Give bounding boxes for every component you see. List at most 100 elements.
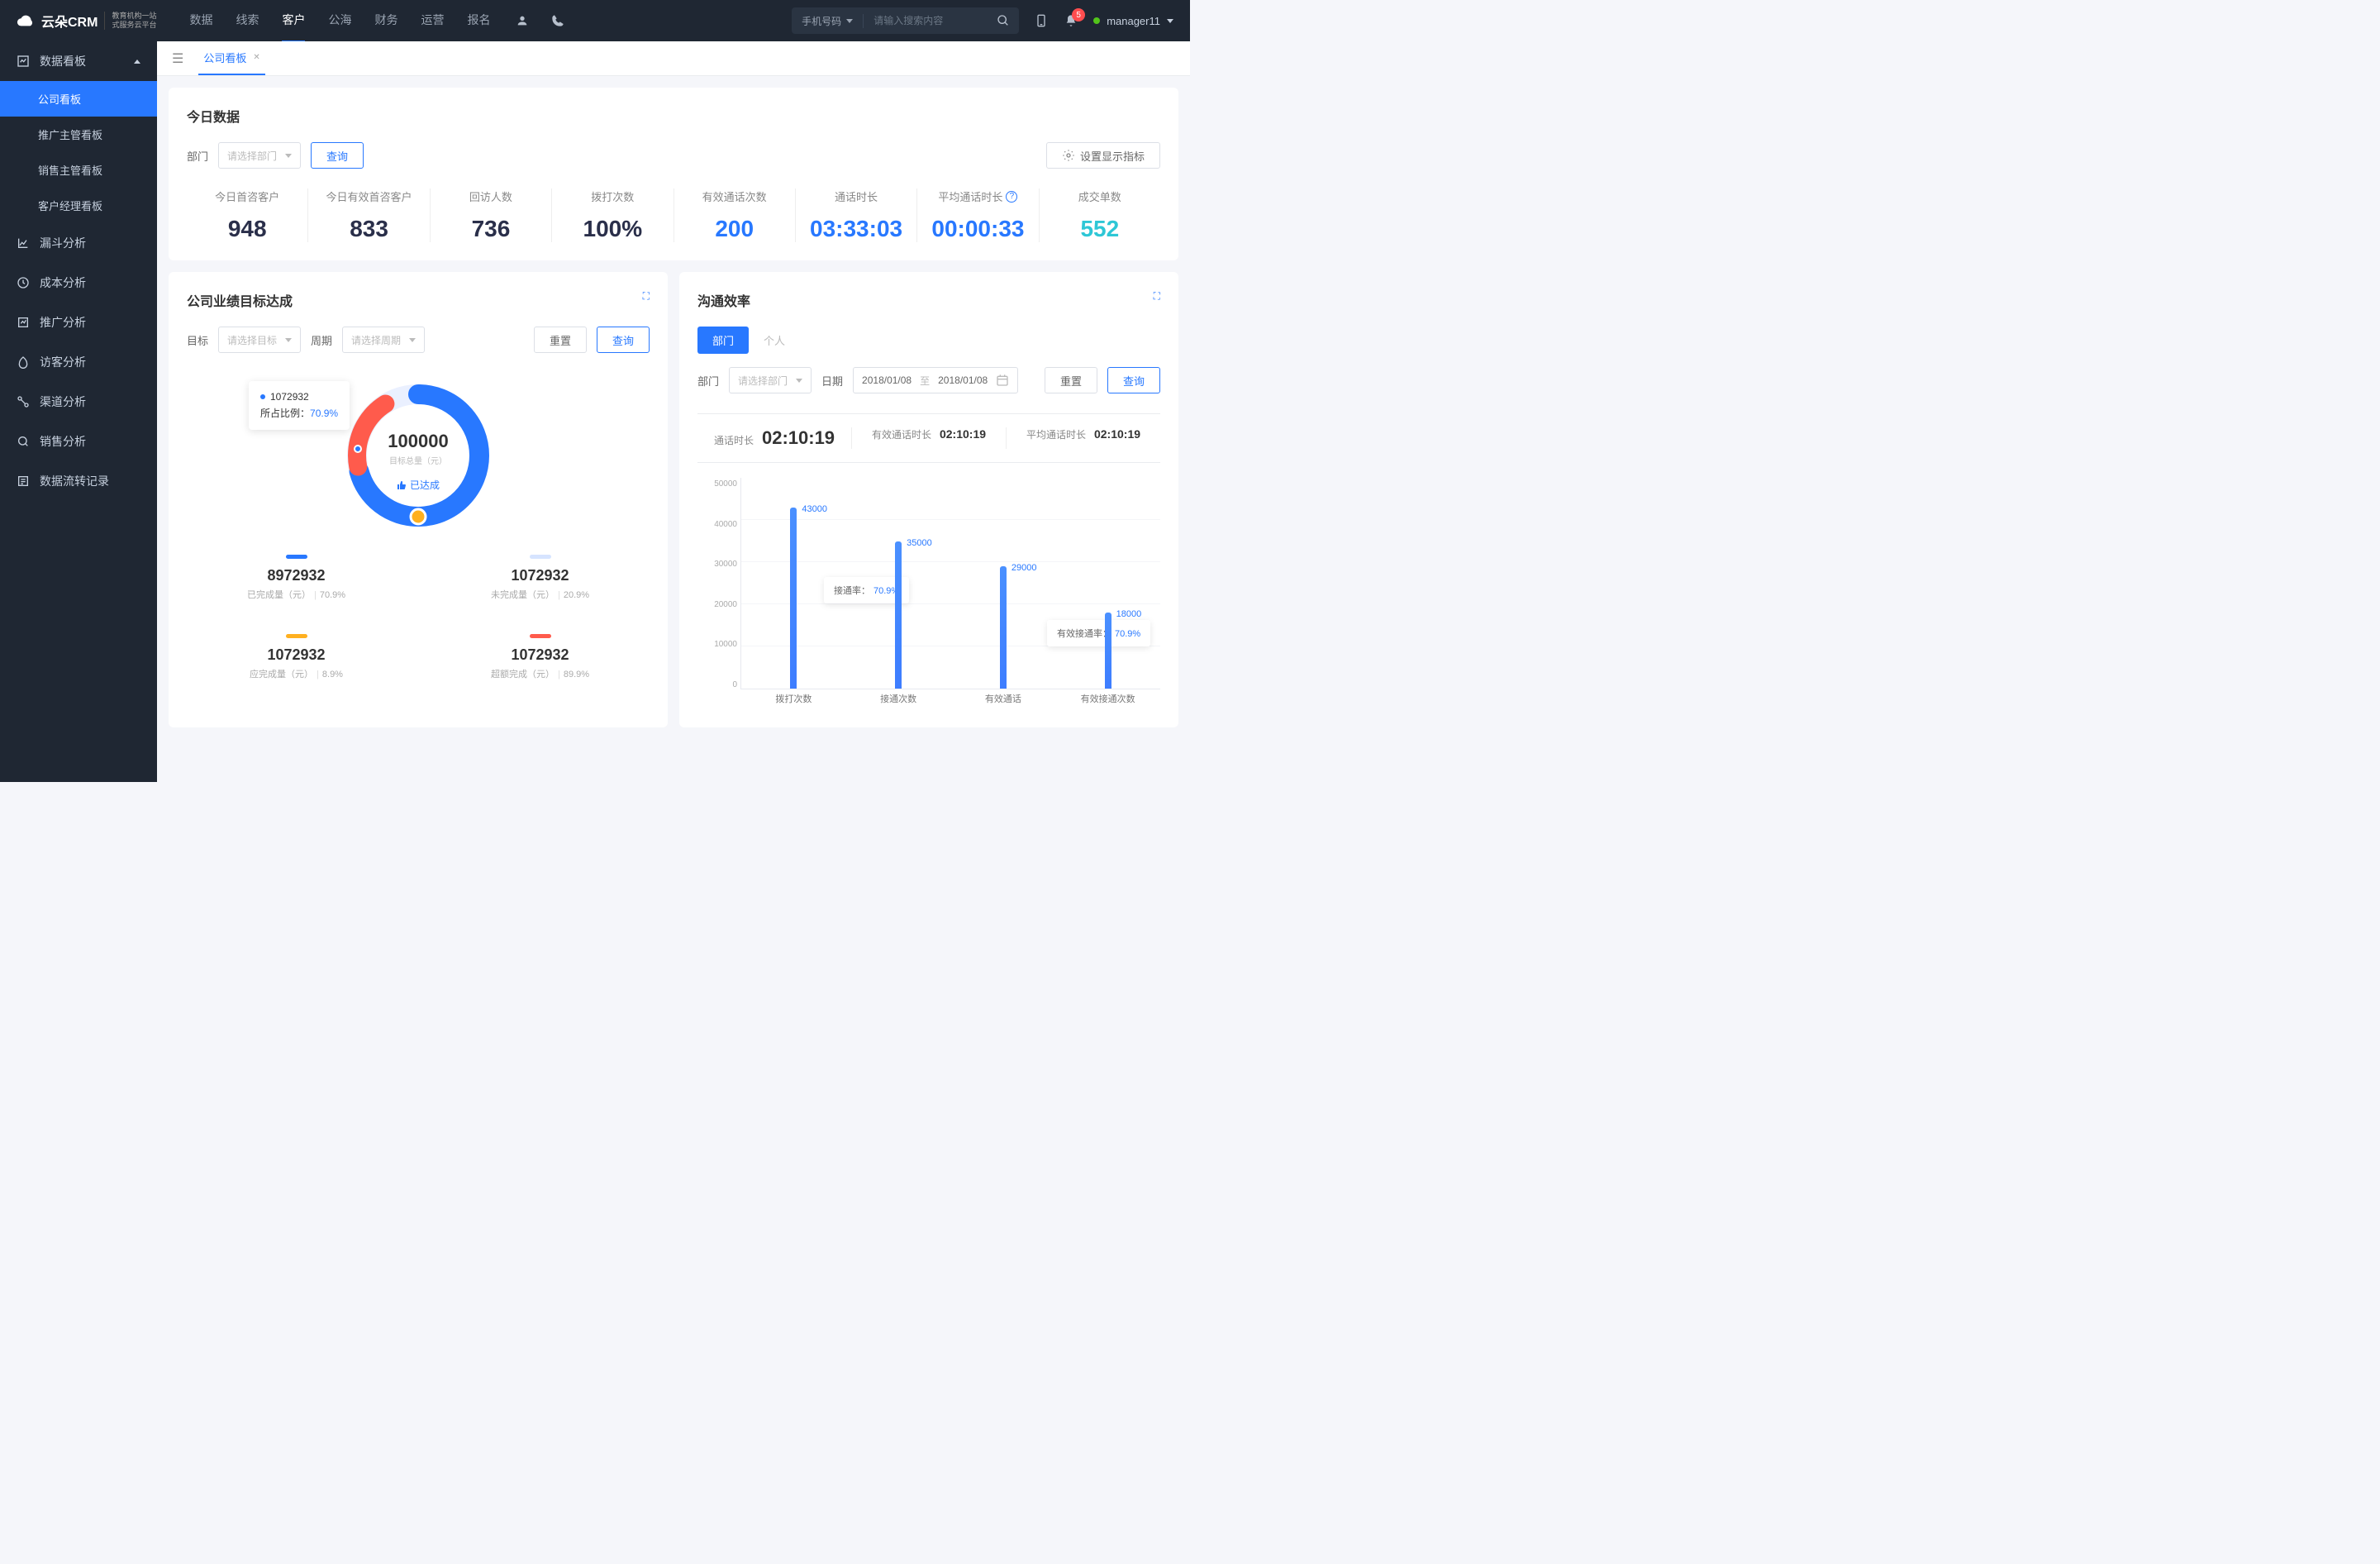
sidebar-item-1[interactable]: 成本分析 (0, 263, 157, 303)
logo-text: 云朵CRM (41, 11, 98, 31)
stat-5: 通话时长03:33:03 (796, 188, 917, 242)
today-title: 今日数据 (187, 106, 1160, 126)
eff-stat-0: 通话时长02:10:19 (697, 427, 852, 449)
bar-0: 43000拨打次数 (773, 478, 814, 689)
mobile-icon[interactable] (1034, 13, 1049, 28)
topbar: 云朵CRM 教育机构一站式服务云平台 数据线索客户公海财务运营报名 手机号码 5 (0, 0, 1190, 41)
logo-subtitle: 教育机构一站式服务云平台 (104, 12, 156, 30)
search-box: 手机号码 (792, 7, 1019, 34)
eff-query-button[interactable]: 查询 (1107, 367, 1160, 393)
stat-4: 有效通话次数200 (674, 188, 796, 242)
reached-badge: 已达成 (187, 478, 650, 492)
gear-icon (1062, 149, 1075, 162)
nav: 数据线索客户公海财务运营报名 (189, 0, 490, 42)
stat-3: 拨打次数100% (552, 188, 674, 242)
eff-dept-select[interactable]: 请选择部门 (729, 367, 812, 393)
tab-label: 公司看板 (203, 50, 246, 65)
calendar-icon (996, 374, 1009, 387)
sidebar-group-dashboard[interactable]: 数据看板 (0, 41, 157, 81)
date-label: 日期 (821, 373, 843, 389)
stat-6: 平均通话时长?00:00:33 (917, 188, 1039, 242)
nav-item-4[interactable]: 财务 (374, 0, 397, 42)
nav-item-6[interactable]: 报名 (467, 0, 490, 42)
eff-title: 沟通效率 (697, 290, 1160, 310)
target-label: 目标 (187, 332, 208, 348)
help-icon[interactable]: ? (1006, 191, 1017, 203)
stat-2: 回访人数736 (431, 188, 552, 242)
user-menu[interactable]: manager11 (1093, 15, 1173, 27)
donut-chart: 1072932 所占比例：70.9% 100000 目标总量（元） 已达成 (187, 373, 650, 538)
goal-total-label: 目标总量（元） (187, 454, 650, 466)
reset-button[interactable]: 重置 (534, 327, 587, 353)
stat-0: 今日首咨客户948 (187, 188, 308, 242)
search-icon[interactable] (996, 13, 1011, 28)
segment-control: 部门 个人 (697, 327, 1160, 354)
nav-user-icon[interactable] (515, 13, 530, 28)
sidebar-child-2[interactable]: 销售主管看板 (0, 152, 157, 188)
progress-3: 1072932超额完成（元）|89.9% (431, 634, 650, 680)
nav-phone-icon[interactable] (550, 13, 565, 28)
nav-item-2[interactable]: 客户 (282, 0, 305, 42)
bell-icon[interactable]: 5 (1064, 13, 1078, 28)
sidebar-item-0[interactable]: 漏斗分析 (0, 223, 157, 263)
sidebar-child-0[interactable]: 公司看板 (0, 81, 157, 117)
logo: 云朵CRM 教育机构一站式服务云平台 (17, 11, 156, 31)
card-today: 今日数据 部门 请选择部门 查询 设置显示指标 今日首咨客户948今日有效首咨客… (169, 88, 1178, 260)
notif-badge: 5 (1072, 8, 1085, 21)
sidebar-item-2[interactable]: 推广分析 (0, 303, 157, 342)
progress-1: 1072932未完成量（元）|20.9% (431, 555, 650, 601)
bar-2: 29000有效通话 (983, 478, 1024, 689)
query-button[interactable]: 查询 (597, 327, 650, 353)
eff-stat-2: 平均通话时长02:10:19 (1007, 427, 1160, 449)
eff-reset-button[interactable]: 重置 (1045, 367, 1097, 393)
eff-dept-label: 部门 (697, 373, 719, 389)
progress-0: 8972932已完成量（元）|70.9% (187, 555, 406, 601)
bar-chart: 50000400003000020000100000 接通率：70.9% 有效接… (697, 478, 1160, 709)
target-select[interactable]: 请选择目标 (218, 327, 301, 353)
date-range[interactable]: 2018/01/08至2018/01/08 (853, 367, 1018, 393)
stat-7: 成交单数552 (1040, 188, 1160, 242)
seg-personal[interactable]: 个人 (749, 327, 800, 354)
chevron-down-icon (1167, 19, 1173, 23)
card-goal: ⛶ 公司业绩目标达成 目标 请选择目标 周期 请选择周期 重置 查询 (169, 272, 668, 727)
nav-item-5[interactable]: 运营 (421, 0, 444, 42)
sidebar-child-3[interactable]: 客户经理看板 (0, 188, 157, 223)
user-name: manager11 (1107, 15, 1160, 27)
status-dot (1093, 17, 1100, 24)
tab-bar: ☰ 公司看板 ✕ (157, 41, 1190, 76)
bar-1: 35000接通次数 (878, 478, 919, 689)
chevron-up-icon (134, 60, 140, 64)
sidebar-group-label: 数据看板 (40, 53, 86, 69)
progress-2: 1072932应完成量（元）|8.9% (187, 634, 406, 680)
thumbs-up-icon (397, 480, 407, 490)
bar-3: 18000有效接通次数 (1088, 478, 1129, 689)
nav-item-3[interactable]: 公海 (328, 0, 351, 42)
sidebar-child-1[interactable]: 推广主管看板 (0, 117, 157, 152)
sidebar-item-5[interactable]: 销售分析 (0, 422, 157, 461)
goal-title: 公司业绩目标达成 (187, 290, 650, 310)
card-efficiency: ⛶ 沟通效率 部门 个人 部门 请选择部门 日期 2018/01/08至2018… (679, 272, 1178, 727)
expand-icon[interactable]: ⛶ (643, 290, 650, 303)
nav-item-0[interactable]: 数据 (189, 0, 212, 42)
config-metrics-button[interactable]: 设置显示指标 (1046, 142, 1160, 169)
period-label: 周期 (311, 332, 332, 348)
sidebar-item-6[interactable]: 数据流转记录 (0, 461, 157, 501)
tab-close-icon[interactable]: ✕ (253, 53, 259, 62)
search-type-select[interactable]: 手机号码 (792, 14, 864, 28)
sidebar-item-4[interactable]: 渠道分析 (0, 382, 157, 422)
sidebar: 数据看板 公司看板推广主管看板销售主管看板客户经理看板 漏斗分析成本分析推广分析… (0, 41, 157, 782)
dept-label: 部门 (187, 148, 208, 164)
period-select[interactable]: 请选择周期 (342, 327, 425, 353)
query-button[interactable]: 查询 (311, 142, 364, 169)
seg-dept[interactable]: 部门 (697, 327, 749, 354)
expand-icon[interactable]: ⛶ (1154, 290, 1160, 303)
hamburger-icon[interactable]: ☰ (172, 50, 183, 67)
tab-company-dashboard[interactable]: 公司看板 ✕ (198, 41, 264, 75)
stat-1: 今日有效首咨客户833 (308, 188, 430, 242)
dept-select[interactable]: 请选择部门 (218, 142, 301, 169)
sidebar-item-3[interactable]: 访客分析 (0, 342, 157, 382)
eff-stat-1: 有效通话时长02:10:19 (852, 427, 1007, 449)
donut-tooltip: 1072932 所占比例：70.9% (249, 381, 350, 430)
nav-item-1[interactable]: 线索 (236, 0, 259, 42)
search-input[interactable] (864, 15, 988, 26)
